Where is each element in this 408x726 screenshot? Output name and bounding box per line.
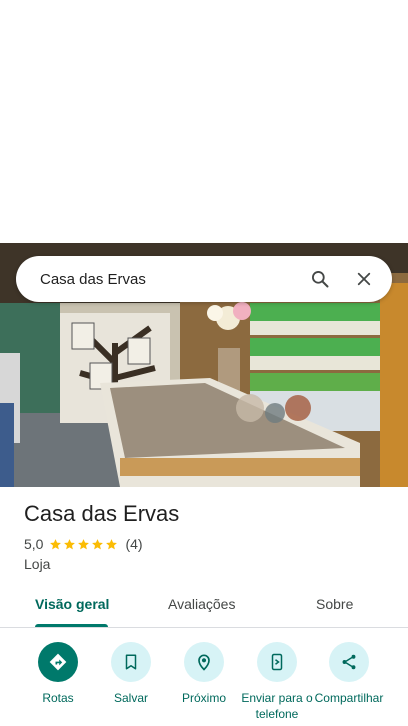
search-query[interactable]: Casa das Ervas — [16, 271, 298, 288]
star-icon — [64, 538, 76, 549]
rating-value: 5,0 — [24, 536, 44, 552]
send-to-phone-icon — [257, 642, 297, 682]
search-icon[interactable] — [298, 257, 342, 301]
star-icon — [92, 538, 104, 549]
nearby-icon — [184, 642, 224, 682]
directions-icon — [38, 642, 78, 682]
share-label: Compartilhar — [314, 691, 384, 705]
share-icon — [329, 642, 369, 682]
send-to-phone-button[interactable]: Enviar para o telefone — [237, 642, 317, 722]
review-count[interactable]: (4) — [125, 536, 142, 552]
send-to-phone-label: Enviar para o telefone — [241, 691, 313, 721]
active-tab-indicator — [35, 624, 108, 627]
tab-bar: Visão geral Avaliações Sobre — [0, 586, 408, 628]
star-icon — [78, 538, 90, 549]
tab-reviews[interactable]: Avaliações — [168, 596, 235, 612]
star-icon — [50, 538, 62, 549]
rating-stars — [49, 538, 119, 551]
close-icon[interactable] — [342, 257, 386, 301]
place-title: Casa das Ervas — [24, 501, 180, 526]
place-category[interactable]: Loja — [24, 556, 50, 572]
directions-button[interactable]: Rotas — [18, 642, 98, 706]
nearby-button[interactable]: Próximo — [164, 642, 244, 706]
save-button[interactable]: Salvar — [91, 642, 171, 706]
action-bar: Rotas Salvar Próximo Enviar para o telef… — [0, 642, 408, 726]
rating-row[interactable]: 5,0 (4) — [24, 536, 143, 552]
share-button[interactable]: Compartilhar — [309, 642, 389, 706]
directions-label: Rotas — [42, 691, 74, 705]
star-icon — [106, 538, 118, 549]
tab-overview[interactable]: Visão geral — [35, 596, 109, 612]
bookmark-icon — [111, 642, 151, 682]
save-label: Salvar — [113, 691, 148, 705]
tab-about[interactable]: Sobre — [316, 596, 353, 612]
search-bar[interactable]: Casa das Ervas — [16, 256, 392, 302]
nearby-label: Próximo — [181, 691, 226, 705]
